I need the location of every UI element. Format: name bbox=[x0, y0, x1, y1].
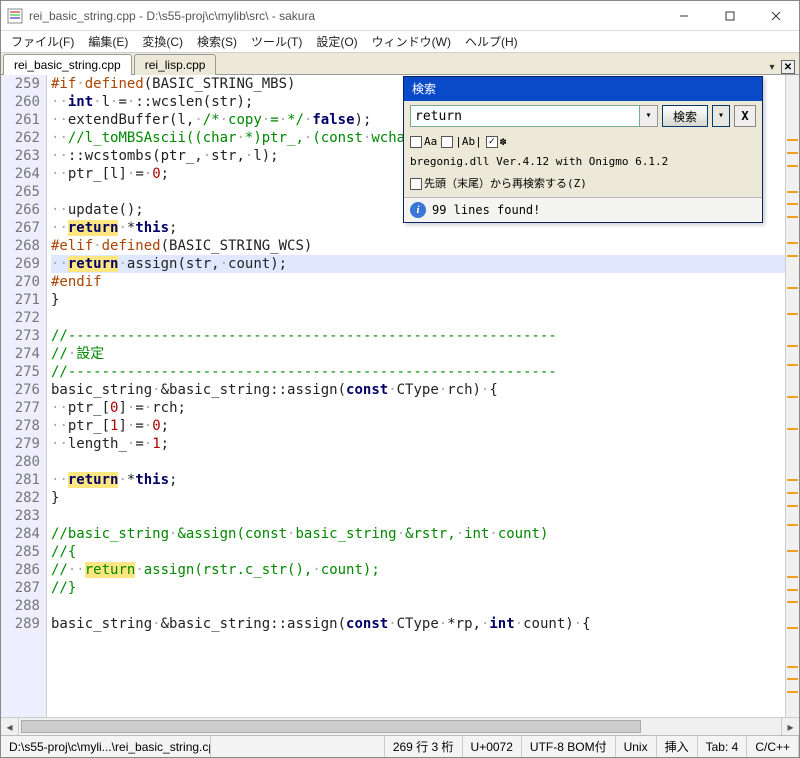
menu-window[interactable]: ウィンドウ(W) bbox=[366, 31, 457, 52]
overview-ruler[interactable] bbox=[785, 75, 799, 717]
app-icon bbox=[7, 8, 23, 24]
search-options: Aa |Ab| ✓✽ bregonig.dll Ver.4.12 with On… bbox=[404, 131, 762, 197]
menu-file[interactable]: ファイル(F) bbox=[5, 31, 80, 52]
search-opt-regex[interactable]: ✓✽ bbox=[486, 133, 507, 151]
maximize-button[interactable] bbox=[707, 1, 753, 31]
search-opt-wrap[interactable]: 先頭（末尾）から再検索する(Z) bbox=[410, 175, 587, 193]
search-input[interactable] bbox=[410, 105, 640, 127]
title-bar: rei_basic_string.cpp - D:\s55-proj\c\myl… bbox=[1, 1, 799, 31]
status-encoding: UTF-8 BOM付 bbox=[522, 736, 616, 757]
info-icon: i bbox=[410, 202, 426, 218]
menu-settings[interactable]: 設定(O) bbox=[310, 31, 363, 52]
status-unicode: U+0072 bbox=[463, 736, 522, 757]
tab-dropdown-icon[interactable]: ▾ bbox=[765, 60, 779, 74]
menu-tools[interactable]: ツール(T) bbox=[245, 31, 308, 52]
search-options-dropdown[interactable]: ▾ bbox=[712, 105, 730, 127]
scroll-right-icon[interactable]: ▸ bbox=[781, 718, 799, 735]
search-status-bar: i 99 lines found! bbox=[404, 197, 762, 222]
status-eol: Unix bbox=[616, 736, 657, 757]
status-path: D:\s55-proj\c\myli...\rei_basic_string.c… bbox=[1, 736, 211, 757]
status-position: 269 行 3 桁 bbox=[385, 736, 463, 757]
code-editor[interactable]: 2592602612622632642652662672682692702712… bbox=[1, 75, 785, 717]
editor-area: 2592602612622632642652662672682692702712… bbox=[1, 75, 799, 717]
search-opt-word[interactable]: |Ab| bbox=[441, 133, 482, 151]
search-panel-title: 検索 bbox=[404, 77, 762, 101]
window-title: rei_basic_string.cpp - D:\s55-proj\c\myl… bbox=[29, 9, 661, 23]
close-button[interactable] bbox=[753, 1, 799, 31]
menu-help[interactable]: ヘルプ(H) bbox=[459, 31, 524, 52]
menu-edit[interactable]: 編集(E) bbox=[82, 31, 134, 52]
tab-file-0[interactable]: rei_basic_string.cpp bbox=[3, 54, 132, 75]
scroll-thumb[interactable] bbox=[21, 720, 641, 733]
horizontal-scrollbar[interactable]: ◂ ▸ bbox=[1, 717, 799, 735]
search-button[interactable]: 検索 bbox=[662, 105, 708, 127]
menu-bar: ファイル(F) 編集(E) 変換(C) 検索(S) ツール(T) 設定(O) ウ… bbox=[1, 31, 799, 53]
search-panel: 検索 ▾ 検索 ▾ X Aa |Ab| ✓✽ bregonig.dll Ver.… bbox=[403, 76, 763, 223]
menu-convert[interactable]: 変換(C) bbox=[136, 31, 189, 52]
status-language: C/C++ bbox=[747, 736, 799, 757]
search-opt-case[interactable]: Aa bbox=[410, 133, 437, 151]
tab-close-button[interactable]: ✕ bbox=[781, 60, 795, 74]
status-bar: D:\s55-proj\c\myli...\rei_basic_string.c… bbox=[1, 735, 799, 757]
status-tab: Tab: 4 bbox=[698, 736, 748, 757]
status-spacer bbox=[211, 736, 385, 757]
scroll-left-icon[interactable]: ◂ bbox=[1, 718, 19, 735]
tab-file-1[interactable]: rei_lisp.cpp bbox=[134, 54, 217, 75]
search-engine-label: bregonig.dll Ver.4.12 with Onigmo 6.1.2 bbox=[410, 153, 668, 171]
line-number-gutter: 2592602612622632642652662672682692702712… bbox=[1, 75, 47, 717]
search-status-text: 99 lines found! bbox=[432, 201, 540, 219]
tab-bar: rei_basic_string.cpp rei_lisp.cpp ▾ ✕ bbox=[1, 53, 799, 75]
status-insert-mode: 挿入 bbox=[657, 736, 698, 757]
search-history-dropdown[interactable]: ▾ bbox=[640, 105, 658, 127]
search-close-button[interactable]: X bbox=[734, 105, 756, 127]
minimize-button[interactable] bbox=[661, 1, 707, 31]
menu-search[interactable]: 検索(S) bbox=[191, 31, 243, 52]
